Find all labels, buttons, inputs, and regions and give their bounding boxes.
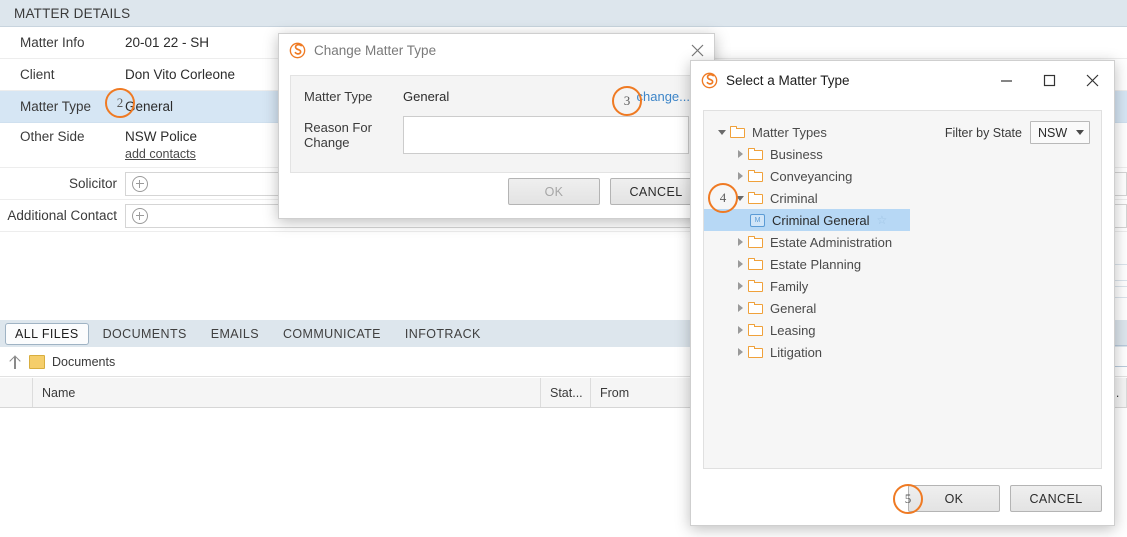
column-header-select[interactable] [0, 378, 33, 407]
cancel-button[interactable]: CANCEL [610, 178, 702, 205]
smokeball-logo-icon [289, 42, 306, 58]
breadcrumb-label: Documents [52, 354, 116, 369]
ok-button[interactable]: OK [908, 485, 1000, 512]
dialog-title: Select a Matter Type [726, 72, 850, 88]
folder-icon [748, 236, 763, 248]
dialog-title: Change Matter Type [314, 42, 437, 58]
tree-node-label: Criminal General [772, 212, 870, 228]
dialog-footer: OK CANCEL [508, 178, 702, 205]
folder-icon [748, 170, 763, 182]
matter-type-label: Matter Type [304, 88, 373, 104]
cancel-button[interactable]: CANCEL [1010, 485, 1102, 512]
tree-node-litigation[interactable]: Litigation [704, 341, 1101, 363]
change-form-panel: Matter Type General change... Reason For… [290, 75, 703, 173]
filter-by-state: Filter by State NSW [945, 121, 1090, 144]
expand-toggle-icon[interactable] [732, 260, 748, 268]
tree-node-family[interactable]: Family [704, 275, 1101, 297]
tab-emails[interactable]: EMAILS [201, 323, 269, 345]
detail-label: Client [20, 67, 55, 82]
detail-label: Matter Type [20, 99, 92, 114]
maximize-icon[interactable] [1028, 61, 1071, 99]
tab-all-files[interactable]: ALL FILES [5, 322, 89, 345]
tree-node-label: Business [770, 146, 823, 162]
folder-icon [748, 346, 763, 358]
tree-node-label: Criminal [770, 190, 818, 206]
expand-toggle-icon[interactable] [732, 172, 748, 180]
plus-circle-icon [132, 207, 148, 224]
detail-label: Additional Contact [7, 208, 117, 223]
section-title-bar: MATTER DETAILS [0, 0, 1127, 27]
tree-node-criminal-general[interactable]: M Criminal General ☆ [704, 209, 911, 231]
dialog-footer: OK CANCEL [908, 485, 1102, 512]
tree-node-general[interactable]: General [704, 297, 1101, 319]
tree-node-label: Estate Planning [770, 256, 862, 272]
state-dropdown-value: NSW [1038, 125, 1068, 140]
column-header-name[interactable]: Name [33, 378, 541, 407]
expand-toggle-icon[interactable] [732, 282, 748, 290]
tree-node-label: Litigation [770, 344, 823, 360]
tree-node-label: Leasing [770, 322, 816, 338]
matter-type-tree-panel: Filter by State NSW Matter Types Busines… [703, 110, 1102, 469]
expand-toggle-icon[interactable] [732, 238, 748, 246]
folder-icon [748, 280, 763, 292]
tree-node-label: Conveyancing [770, 168, 853, 184]
state-dropdown[interactable]: NSW [1030, 121, 1090, 144]
change-link[interactable]: change... [637, 89, 691, 104]
expand-toggle-icon[interactable] [732, 150, 748, 158]
tree-node-estate-administration[interactable]: Estate Administration [704, 231, 1101, 253]
reason-label: Reason For Change [304, 120, 372, 150]
dialog-title-bar: Change Matter Type [279, 34, 714, 66]
smokeball-logo-icon [701, 72, 718, 88]
tab-infotrack[interactable]: INFOTRACK [395, 323, 491, 345]
plus-circle-icon [132, 175, 148, 192]
favourite-star-icon[interactable]: ☆ [877, 214, 888, 226]
tree-node-conveyancing[interactable]: Conveyancing [704, 165, 1101, 187]
detail-value: NSW Police [125, 129, 198, 144]
tree-node-leasing[interactable]: Leasing [704, 319, 1101, 341]
folder-icon [748, 148, 763, 160]
detail-label: Other Side [20, 129, 85, 144]
expand-toggle-icon[interactable] [732, 304, 748, 312]
ok-button[interactable]: OK [508, 178, 600, 205]
tree-node-business[interactable]: Business [704, 143, 1101, 165]
expand-toggle-icon[interactable] [732, 326, 748, 334]
minimize-icon[interactable] [985, 61, 1028, 99]
column-header-status[interactable]: Stat... [541, 378, 591, 407]
page-title: MATTER DETAILS [14, 5, 131, 21]
matter-type-row: Matter Type General change... [291, 76, 702, 116]
expand-toggle-icon[interactable] [732, 195, 748, 201]
tree-node-label: Family [770, 278, 809, 294]
tab-documents[interactable]: DOCUMENTS [93, 323, 197, 345]
tree-node-label: Matter Types [752, 124, 827, 140]
folder-icon [748, 324, 763, 336]
matter-type-icon: M [750, 213, 765, 227]
filter-label: Filter by State [944, 125, 1022, 140]
expand-toggle-icon[interactable] [732, 348, 748, 356]
dialog-title-bar: Select a Matter Type [691, 61, 1114, 99]
reason-input[interactable] [403, 116, 689, 154]
tree-node-label: Estate Administration [770, 234, 893, 250]
tab-communicate[interactable]: COMMUNICATE [273, 323, 391, 345]
change-matter-type-dialog: Change Matter Type Matter Type General c… [278, 33, 715, 219]
matter-type-tree: Matter Types Business Conveyancing Crimi… [704, 111, 1101, 363]
folder-icon [748, 302, 763, 314]
chevron-down-icon [1076, 130, 1084, 135]
folder-icon [748, 192, 763, 204]
folder-icon [730, 126, 745, 138]
folder-icon [29, 354, 45, 369]
close-icon[interactable] [1071, 61, 1114, 99]
matter-type-value: General [403, 88, 450, 104]
expand-toggle-icon[interactable] [714, 129, 730, 135]
detail-label: Matter Info [20, 35, 85, 50]
select-matter-type-dialog: Select a Matter Type Filter by State NSW… [690, 60, 1115, 526]
detail-label: Solicitor [68, 176, 117, 191]
arrow-up-icon[interactable] [8, 355, 22, 369]
tree-node-label: General [770, 300, 817, 316]
reason-row: Reason For Change [291, 116, 702, 154]
tree-node-estate-planning[interactable]: Estate Planning [704, 253, 1101, 275]
tree-node-criminal[interactable]: Criminal [704, 187, 1101, 209]
folder-icon [748, 258, 763, 270]
